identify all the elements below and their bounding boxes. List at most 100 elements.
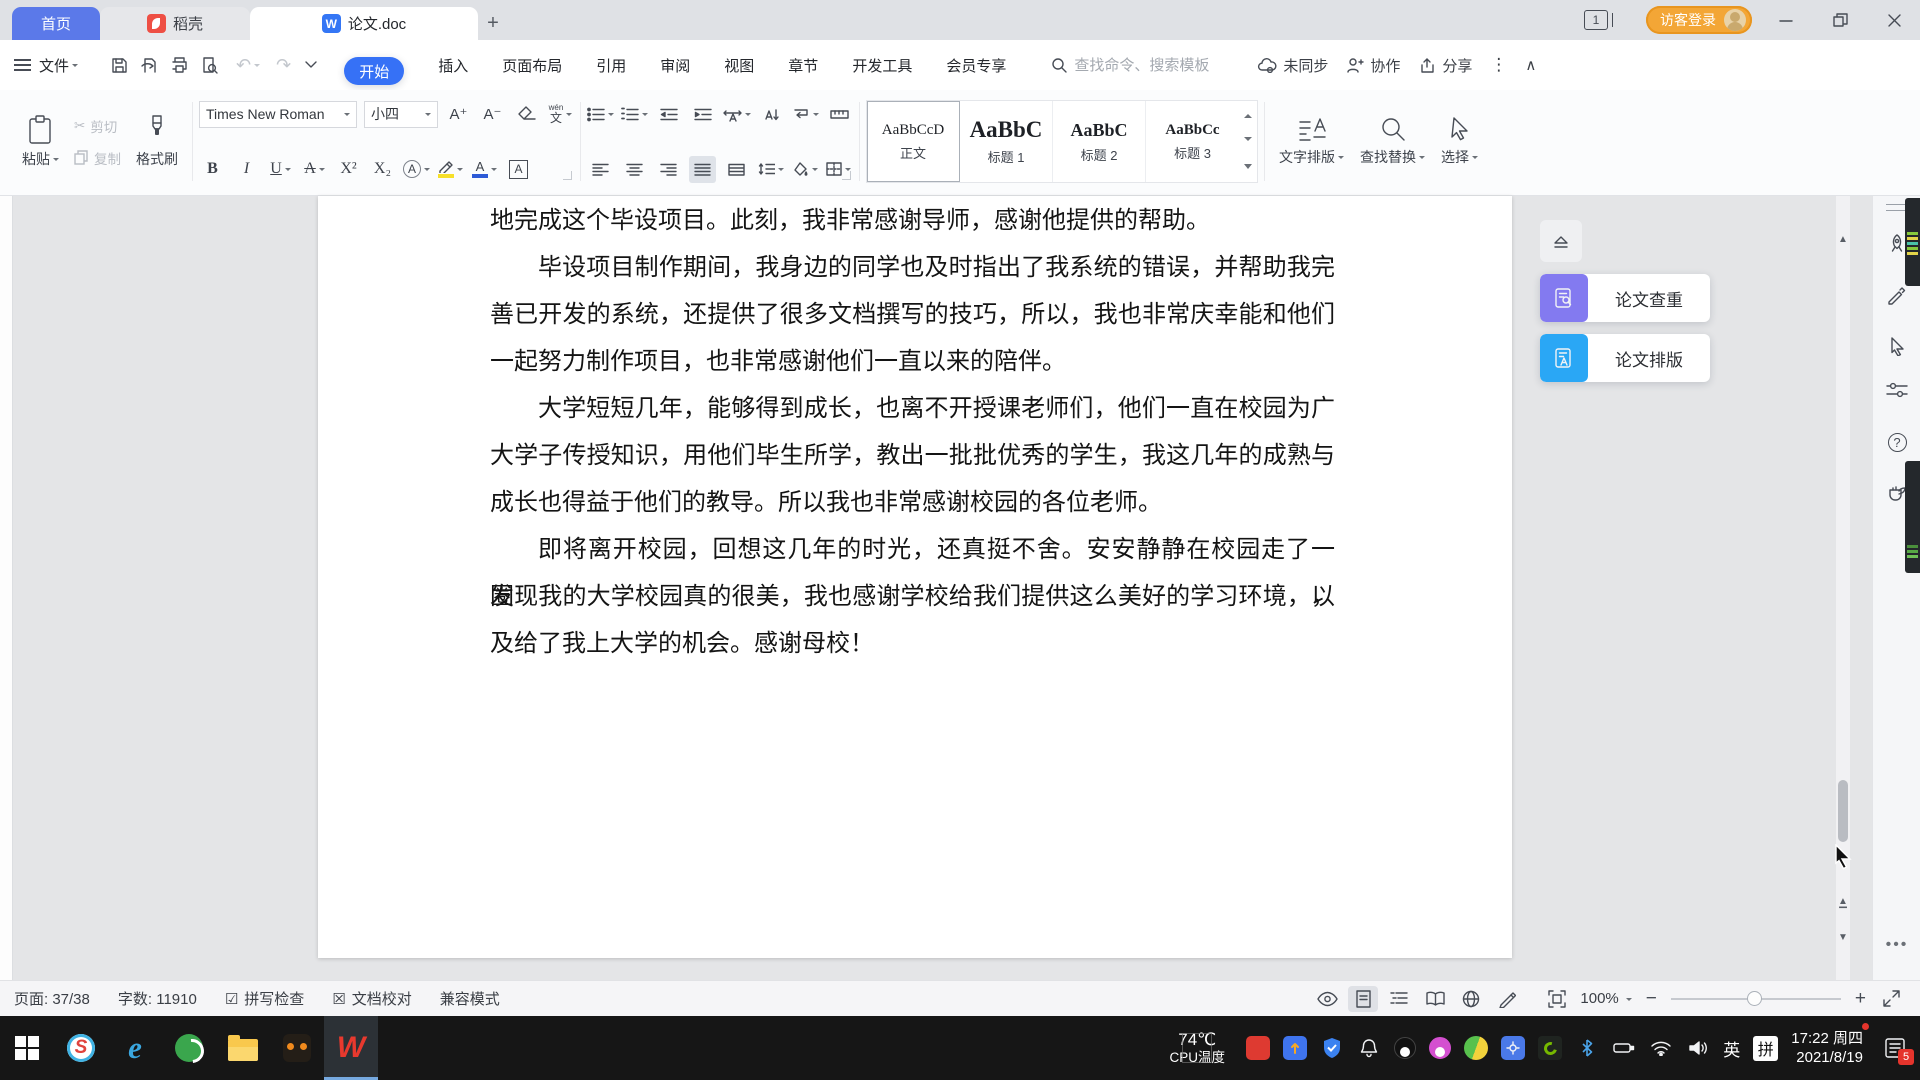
next-page-button[interactable]: ▼ xyxy=(1836,932,1850,944)
tab-home[interactable]: 首页 xyxy=(12,7,100,40)
fullscreen-button[interactable] xyxy=(1876,986,1906,1012)
clear-format-button[interactable] xyxy=(513,101,540,128)
tab-member[interactable]: 会员专享 xyxy=(946,55,1006,76)
previous-page-button[interactable]: ▲▔ xyxy=(1836,896,1850,920)
save-button[interactable] xyxy=(104,50,134,80)
character-scale-button[interactable] xyxy=(723,101,751,128)
hamburger-icon[interactable] xyxy=(14,59,31,71)
print-preview-button[interactable] xyxy=(194,50,224,80)
align-left-button[interactable] xyxy=(587,156,614,183)
line-spacing-button[interactable] xyxy=(757,156,784,183)
text-direction-button[interactable] xyxy=(758,101,785,128)
taskbar-app-wps[interactable]: W xyxy=(324,1016,378,1080)
italic-button[interactable]: I xyxy=(233,156,260,183)
page-indicator[interactable]: 页面: 37/38 xyxy=(14,988,90,1009)
paragraph-group-launcher[interactable] xyxy=(842,171,851,180)
subscript-button[interactable]: X₂ xyxy=(369,156,396,183)
tray-qq2-icon[interactable] xyxy=(1429,1037,1451,1059)
font-size-select[interactable]: 小四 xyxy=(364,101,438,128)
tray-qq-icon[interactable] xyxy=(1394,1037,1416,1059)
strip-more-button[interactable]: ••• xyxy=(1873,936,1920,954)
find-replace-button[interactable]: 查找替换 xyxy=(1352,98,1433,185)
increase-font-button[interactable]: A⁺ xyxy=(445,101,472,128)
language-indicator[interactable]: 英 xyxy=(1723,1036,1740,1061)
font-group-launcher[interactable] xyxy=(563,171,572,180)
outline-view-button[interactable] xyxy=(1384,986,1414,1012)
tab-references[interactable]: 引用 xyxy=(596,55,626,76)
superscript-button[interactable]: X² xyxy=(335,156,362,183)
minimize-button[interactable] xyxy=(1766,0,1806,40)
tab-dev-tools[interactable]: 开发工具 xyxy=(852,55,912,76)
tab-insert[interactable]: 插入 xyxy=(438,55,468,76)
file-menu[interactable]: 文件 xyxy=(39,55,69,76)
zoom-level-caret[interactable] xyxy=(1626,998,1632,1004)
restore-button[interactable] xyxy=(1820,0,1860,40)
distribute-button[interactable] xyxy=(723,156,750,183)
close-button[interactable] xyxy=(1874,0,1914,40)
tray-volume-icon[interactable] xyxy=(1686,1036,1710,1060)
taskbar-clock[interactable]: 17:22 周四 2021/8/19 xyxy=(1791,1029,1867,1068)
zoom-out-button[interactable]: − xyxy=(1642,988,1661,1010)
numbered-list-button[interactable] xyxy=(621,101,648,128)
start-button[interactable] xyxy=(0,1016,54,1080)
taskbar-app-s[interactable]: S xyxy=(54,1016,108,1080)
web-view-button[interactable] xyxy=(1456,986,1486,1012)
more-menu-button[interactable]: ⋮ xyxy=(1490,55,1507,75)
spell-check-toggle[interactable]: ☑ 拼写检查 xyxy=(225,988,304,1009)
tray-settings-gear-icon[interactable] xyxy=(1501,1036,1525,1060)
shading-button[interactable] xyxy=(791,156,818,183)
tray-red-app-icon[interactable] xyxy=(1246,1036,1270,1060)
format-painter-button[interactable]: 格式刷 xyxy=(128,113,186,171)
tab-document[interactable]: W 论文.doc xyxy=(250,7,478,40)
tray-shield-icon[interactable] xyxy=(1320,1036,1344,1060)
tab-view[interactable]: 视图 xyxy=(724,55,754,76)
word-count[interactable]: 字数: 11910 xyxy=(118,988,197,1009)
collapse-ribbon-button[interactable]: ∧ xyxy=(1525,56,1536,74)
page-view-button[interactable] xyxy=(1348,986,1378,1012)
styles-scroll-up[interactable] xyxy=(1244,110,1252,118)
bold-button[interactable]: B xyxy=(199,156,226,183)
eye-protection-button[interactable] xyxy=(1312,986,1342,1012)
tray-bell-icon[interactable] xyxy=(1357,1036,1381,1060)
zoom-in-button[interactable]: + xyxy=(1851,988,1870,1010)
scroll-up-arrow[interactable]: ▲ xyxy=(1836,234,1850,246)
share-button[interactable]: 分享 xyxy=(1418,55,1472,76)
tray-nvidia-icon[interactable] xyxy=(1538,1036,1562,1060)
command-search-input[interactable] xyxy=(1074,57,1239,74)
ime-indicator[interactable]: 拼 xyxy=(1753,1036,1778,1061)
undo-button[interactable]: ↶ xyxy=(236,55,251,76)
proofread-toggle[interactable]: ☒ 文档校对 xyxy=(332,988,411,1009)
strikethrough-button[interactable]: A xyxy=(301,156,328,183)
document-page[interactable]: 地完成这个毕设项目。此刻，我非常感谢导师，感谢他提供的帮助。 毕设项目制作期间，… xyxy=(318,196,1512,958)
scrollbar-thumb[interactable] xyxy=(1838,780,1848,842)
style-heading3[interactable]: AaBbCc 标题 3 xyxy=(1146,101,1239,182)
tray-game-ball-icon[interactable] xyxy=(1464,1036,1488,1060)
zoom-slider-knob[interactable] xyxy=(1747,991,1762,1006)
taskbar-app-browser[interactable] xyxy=(162,1016,216,1080)
align-center-button[interactable] xyxy=(621,156,648,183)
cut-button[interactable]: ✂ 剪切 xyxy=(74,116,121,136)
align-right-button[interactable] xyxy=(655,156,682,183)
decrease-indent-button[interactable] xyxy=(655,101,682,128)
tab-docer[interactable]: 稻壳 xyxy=(100,7,250,40)
cpu-temperature-widget[interactable]: 74℃ CPU温度 xyxy=(1161,1030,1233,1065)
styles-more-button[interactable] xyxy=(1244,164,1252,173)
decrease-font-button[interactable]: A⁻ xyxy=(479,101,506,128)
customize-quickbar-caret[interactable] xyxy=(305,61,317,69)
fit-page-button[interactable] xyxy=(1542,986,1572,1012)
tab-review[interactable]: 审阅 xyxy=(660,55,690,76)
underline-button[interactable]: U xyxy=(267,156,294,183)
paste-button[interactable]: 粘贴 xyxy=(14,113,67,171)
tray-bluetooth-icon[interactable] xyxy=(1575,1036,1599,1060)
print-button[interactable] xyxy=(164,50,194,80)
bullet-list-button[interactable] xyxy=(587,101,614,128)
zoom-slider[interactable] xyxy=(1671,998,1841,1000)
tab-ruler-button[interactable] xyxy=(826,101,853,128)
increase-indent-button[interactable] xyxy=(689,101,716,128)
adjust-settings-button[interactable] xyxy=(1873,373,1920,407)
styles-scroll-down[interactable] xyxy=(1244,137,1252,145)
justify-button[interactable] xyxy=(689,156,716,183)
tab-section[interactable]: 章节 xyxy=(788,55,818,76)
export-pdf-button[interactable] xyxy=(134,50,164,80)
help-button[interactable]: ? xyxy=(1873,425,1920,459)
